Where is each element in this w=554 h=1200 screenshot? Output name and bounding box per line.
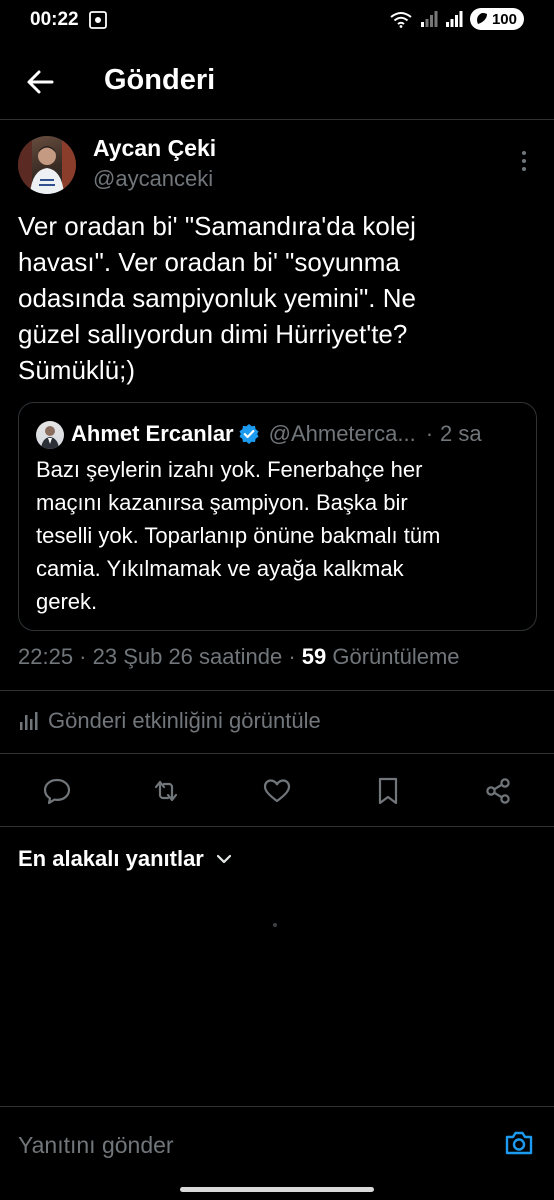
author-name[interactable]: Aycan Çeki (93, 135, 216, 162)
quoted-tweet[interactable]: Ahmet Ercanlar @Ahmeterca... · 2 sa Bazı… (18, 402, 537, 631)
battery-level: 100 (491, 10, 517, 28)
views-label: Görüntüleme (326, 644, 460, 669)
tweet-text: Ver oradan bi' "Samandıra'da kolej havas… (18, 211, 416, 385)
battery-saver-icon (477, 13, 487, 24)
screen-record-icon (89, 11, 107, 29)
tweet-meta: 22:25 · 23 Şub 26 saatinde · 59 Görüntül… (18, 644, 460, 670)
quoted-author-handle: @Ahmeterca... (268, 421, 416, 446)
reply-input[interactable] (18, 1127, 468, 1163)
reply-bar (0, 1106, 554, 1200)
status-time: 00:22 (30, 9, 79, 30)
replies-sort-label: En alakalı yanıtlar (18, 846, 204, 871)
avatar[interactable] (18, 136, 76, 194)
more-options-icon[interactable] (516, 150, 532, 172)
like-icon[interactable] (262, 776, 292, 806)
tweet-timestamp: 22:25 · 23 Şub 26 saatinde · (18, 644, 302, 669)
divider (0, 119, 554, 120)
battery-indicator: 100 (469, 8, 524, 30)
chevron-down-icon (216, 854, 231, 864)
bookmark-icon[interactable] (373, 776, 403, 806)
quoted-text: Bazı şeylerin izahı yok. Fenerbahçe her … (36, 457, 441, 614)
home-indicator (180, 1187, 374, 1192)
loading-indicator (273, 923, 277, 927)
replies-sort-dropdown[interactable]: En alakalı yanıtlar (18, 846, 232, 872)
reply-icon[interactable] (42, 776, 72, 806)
post-screen: 00:22 100 Gönderi Aycan Çeki @aycanceki … (0, 0, 554, 1200)
quoted-time: 2 sa (440, 421, 482, 446)
quoted-avatar (36, 421, 64, 449)
signal-icon (420, 11, 438, 27)
share-icon[interactable] (483, 776, 513, 806)
avatar-image (18, 136, 76, 194)
quoted-header: Ahmet Ercanlar @Ahmeterca... · 2 sa (71, 421, 482, 447)
quoted-avatar-image (41, 426, 59, 449)
wifi-icon (390, 12, 412, 28)
status-bar: 00:22 100 (0, 0, 554, 40)
quoted-author-name: Ahmet Ercanlar (71, 421, 234, 446)
activity-label: Gönderi etkinliğini görüntüle (48, 708, 321, 733)
action-bar (0, 770, 554, 812)
arrow-left-icon[interactable] (22, 64, 58, 100)
page-title: Gönderi (104, 64, 216, 96)
status-icons: 100 (389, 8, 524, 30)
divider (0, 690, 554, 691)
retweet-icon[interactable] (151, 776, 181, 806)
separator-dot: · (425, 421, 434, 446)
author-handle[interactable]: @aycanceki (93, 166, 213, 192)
view-activity-link[interactable]: Gönderi etkinliğini görüntüle (18, 708, 321, 734)
analytics-icon (20, 712, 38, 730)
camera-icon[interactable] (503, 1127, 535, 1159)
divider (0, 753, 554, 754)
divider (0, 826, 554, 827)
views-count: 59 (301, 644, 327, 669)
verified-badge-icon (239, 424, 259, 444)
top-bar: Gönderi (0, 48, 554, 118)
signal-icon (445, 11, 463, 27)
